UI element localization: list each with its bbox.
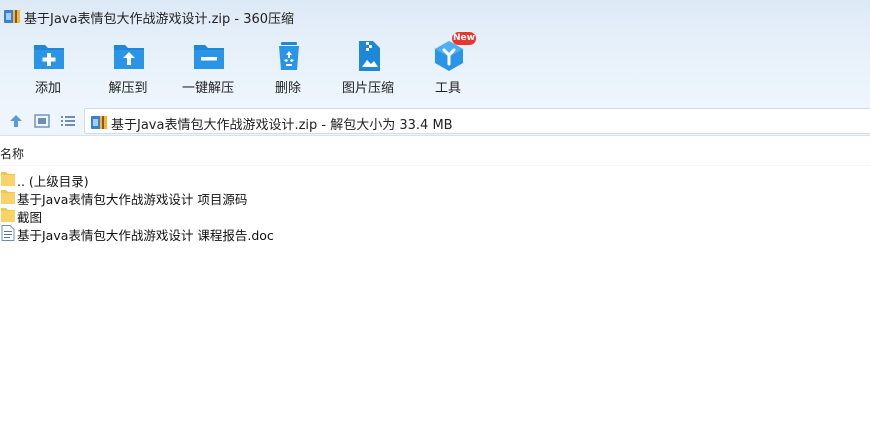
zip-archive-icon <box>91 116 107 129</box>
one-click-extract-button-label: 一键解压 <box>181 81 234 96</box>
column-header-name[interactable]: 名称 <box>0 145 24 163</box>
header-area: 基于Java表情包大作战游戏设计.zip - 360压缩 添加 解压到 一键解压… <box>0 0 870 106</box>
address-bar[interactable]: 基于Java表情包大作战游戏设计.zip - 解包大小为 33.4 MB <box>84 108 870 134</box>
tools-button-label: 工具 <box>434 81 461 96</box>
file-list: 名称 .. (上级目录) 基于Java表情包大作战游戏设计 项目源码 截图 基于… <box>0 137 870 426</box>
list-item[interactable]: 截图 <box>0 206 600 225</box>
title-bar: 基于Java表情包大作战游戏设计.zip - 360压缩 <box>0 0 870 32</box>
image-compress-button-label: 图片压缩 <box>341 81 394 96</box>
one-click-extract-icon <box>194 45 224 69</box>
folder-icon <box>1 172 15 186</box>
image-compress-button[interactable]: 图片压缩 <box>328 36 408 98</box>
delete-button[interactable]: 删除 <box>248 36 328 98</box>
app-window: 基于Java表情包大作战游戏设计.zip - 360压缩 添加 解压到 一键解压… <box>0 0 870 426</box>
tools-button[interactable]: 工具 <box>408 36 488 98</box>
navigation-bar: 基于Java表情包大作战游戏设计.zip - 解包大小为 33.4 MB <box>0 106 870 136</box>
extract-to-button[interactable]: 解压到 <box>88 36 168 98</box>
extract-to-folder-icon <box>114 45 144 69</box>
folder-icon <box>1 208 15 222</box>
up-arrow-icon[interactable] <box>8 114 24 128</box>
folder-icon <box>1 190 15 204</box>
extract-to-button-label: 解压到 <box>108 81 148 96</box>
add-button-label: 添加 <box>34 81 61 96</box>
image-compress-icon <box>359 41 380 71</box>
add-button[interactable]: 添加 <box>8 36 88 98</box>
one-click-extract-button[interactable]: 一键解压 <box>168 36 248 98</box>
list-item-name: 基于Java表情包大作战游戏设计 课程报告.doc <box>17 228 274 243</box>
thumbnail-view-icon[interactable] <box>34 114 50 128</box>
list-item[interactable]: 基于Java表情包大作战游戏设计 项目源码 <box>0 188 600 207</box>
list-view-icon[interactable] <box>60 114 76 128</box>
header-divider <box>0 165 870 166</box>
toolbar: 添加 解压到 一键解压 删除 图片压缩 工具 <box>0 36 870 98</box>
zip-archive-icon <box>4 10 20 23</box>
word-document-icon <box>1 225 15 241</box>
delete-button-label: 删除 <box>274 81 301 96</box>
window-title: 基于Java表情包大作战游戏设计.zip - 360压缩 <box>24 12 295 27</box>
new-badge: New <box>452 32 476 45</box>
list-item[interactable]: 基于Java表情包大作战游戏设计 课程报告.doc <box>0 224 600 243</box>
recycle-bin-icon <box>279 42 299 70</box>
list-item[interactable]: .. (上级目录) <box>0 170 600 189</box>
address-text: 基于Java表情包大作战游戏设计.zip - 解包大小为 33.4 MB <box>111 118 453 133</box>
add-folder-icon <box>34 45 64 69</box>
